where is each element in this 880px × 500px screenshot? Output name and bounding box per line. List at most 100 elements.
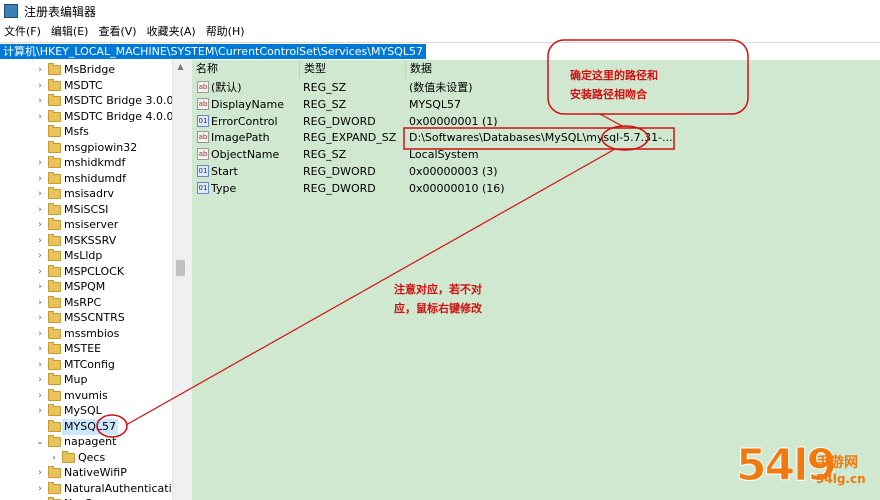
tree-item[interactable]: › MSDTC Bridge 4.0.0.0: [0, 109, 184, 125]
tree-item[interactable]: › msiserver: [0, 217, 172, 233]
tree-item[interactable]: › MySQL: [0, 403, 172, 419]
chevron-down-icon[interactable]: ⌄: [36, 434, 44, 450]
chevron-right-icon[interactable]: ›: [36, 357, 44, 373]
tree-item[interactable]: › MsBridge: [0, 62, 172, 78]
folder-icon: [48, 357, 61, 370]
chevron-right-icon[interactable]: ›: [36, 171, 44, 187]
tree-item[interactable]: › Mup: [0, 372, 172, 388]
chevron-right-icon[interactable]: ›: [36, 186, 44, 202]
menu-favorites[interactable]: 收藏夹(A): [143, 22, 200, 42]
menu-help[interactable]: 帮助(H): [202, 22, 249, 42]
chevron-right-icon[interactable]: ›: [36, 155, 44, 171]
chevron-right-icon[interactable]: ›: [36, 465, 44, 481]
address-bar[interactable]: 计算机\HKEY_LOCAL_MACHINE\SYSTEM\CurrentCon…: [0, 42, 880, 62]
chevron-right-icon[interactable]: ›: [36, 62, 44, 78]
value-row[interactable]: 01 Type REG_DWORD 0x00000010 (16): [192, 180, 880, 197]
tree-item[interactable]: › NcaSvc: [0, 496, 172, 500]
scroll-thumb[interactable]: [176, 260, 185, 276]
value-row[interactable]: 01 Start REG_DWORD 0x00000003 (3): [192, 163, 880, 180]
chevron-right-icon[interactable]: ›: [36, 295, 44, 311]
value-row[interactable]: ab ObjectName REG_SZ LocalSystem: [192, 146, 880, 163]
address-path[interactable]: 计算机\HKEY_LOCAL_MACHINE\SYSTEM\CurrentCon…: [0, 44, 426, 59]
folder-icon: [48, 311, 61, 323]
string-value-icon: ab: [197, 97, 209, 110]
value-row[interactable]: 01 ErrorControl REG_DWORD 0x00000001 (1): [192, 113, 880, 130]
title-bar: 注册表编辑器: [0, 0, 880, 22]
menu-edit[interactable]: 编辑(E): [47, 22, 93, 42]
tree-item-label: MSSCNTRS: [64, 311, 125, 324]
tree-item[interactable]: › NativeWifiP: [0, 465, 172, 481]
tree-item-label: MSTEE: [64, 342, 102, 355]
chevron-right-icon[interactable]: ›: [50, 450, 58, 466]
chevron-right-icon[interactable]: ›: [36, 496, 44, 500]
string-value-icon: ab: [197, 148, 209, 161]
tree-item[interactable]: › MSiSCSI: [0, 202, 172, 218]
scroll-up-icon[interactable]: ▲: [173, 60, 188, 74]
key-tree[interactable]: › MsBridge › MSDTC › MSDTC Bridge 3.0.0.0 › MSD…: [0, 60, 188, 500]
tree-item[interactable]: › MSKSSRV: [0, 233, 172, 249]
folder-icon: [48, 466, 61, 478]
chevron-right-icon[interactable]: ›: [36, 388, 44, 404]
chevron-right-icon[interactable]: ›: [36, 93, 44, 109]
tree-scrollbar[interactable]: ▲: [172, 60, 188, 500]
tree-item[interactable]: › MSSCNTRS: [0, 310, 172, 326]
folder-icon: [48, 419, 61, 432]
value-row[interactable]: ab (默认) REG_SZ (数值未设置): [192, 79, 880, 96]
values-pane[interactable]: 名称 类型 数据 ab (默认) REG_SZ (数值未设置) ab DisplayNam…: [192, 60, 880, 500]
tree-item[interactable]: › msisadrv: [0, 186, 172, 202]
chevron-right-icon[interactable]: ›: [36, 310, 44, 326]
column-name[interactable]: 名称: [192, 60, 300, 78]
chevron-right-icon[interactable]: ›: [36, 372, 44, 388]
value-row[interactable]: ab DisplayName REG_SZ MYSQL57: [192, 96, 880, 113]
folder-icon: [48, 156, 61, 168]
chevron-right-icon[interactable]: ›: [36, 78, 44, 94]
chevron-right-icon[interactable]: ›: [36, 481, 44, 497]
tree-item[interactable]: › MsLldp: [0, 248, 172, 264]
menu-file[interactable]: 文件(F): [0, 22, 45, 42]
tree-item[interactable]: msgpiowin32: [0, 140, 172, 156]
chevron-right-icon[interactable]: ›: [36, 248, 44, 264]
tree-item-label: MSDTC: [64, 78, 103, 92]
value-name: ObjectName: [211, 148, 280, 162]
chevron-right-icon[interactable]: ›: [36, 109, 44, 125]
chevron-right-icon[interactable]: ›: [36, 326, 44, 342]
chevron-right-icon[interactable]: ›: [36, 279, 44, 295]
chevron-right-icon[interactable]: [36, 124, 44, 140]
chevron-right-icon[interactable]: ›: [36, 264, 44, 280]
chevron-right-icon[interactable]: ›: [36, 341, 44, 357]
tree-item[interactable]: › MsRPC: [0, 295, 172, 311]
tree-item[interactable]: › MSDTC: [0, 78, 172, 94]
tree-item[interactable]: › mshidumdf: [0, 171, 172, 187]
folder-icon: [48, 187, 61, 199]
tree-item-label: MSDTC Bridge 3.0.0.0: [64, 94, 185, 107]
tree-item-label: MYSQL57: [62, 418, 118, 435]
chevron-right-icon[interactable]: [36, 419, 44, 435]
tree-item[interactable]: ⌄ napagent: [0, 434, 172, 450]
tree-item[interactable]: › MSPCLOCK: [0, 264, 172, 280]
value-data: LocalSystem: [409, 148, 479, 162]
tree-item[interactable]: › mssmbios: [0, 326, 172, 342]
tree-item[interactable]: › NaturalAuthentication: [0, 481, 185, 497]
tree-item[interactable]: › MSDTC Bridge 3.0.0.0: [0, 93, 184, 109]
string-value-icon: ab: [197, 131, 209, 144]
tree-item[interactable]: › MSPQM: [0, 279, 172, 295]
chevron-right-icon[interactable]: ›: [36, 403, 44, 419]
chevron-right-icon[interactable]: [36, 140, 44, 156]
tree-item[interactable]: Msfs: [0, 124, 172, 140]
chevron-right-icon[interactable]: ›: [36, 202, 44, 218]
folder-icon: [48, 140, 61, 153]
tree-item[interactable]: › MTConfig: [0, 357, 172, 373]
column-type[interactable]: 类型: [300, 60, 406, 78]
tree-item[interactable]: › Qecs: [0, 450, 172, 466]
watermark-logo: 54l9 手游网 54lg.cn: [736, 438, 876, 498]
tree-item[interactable]: › MSTEE: [0, 341, 172, 357]
value-row[interactable]: ab ImagePath REG_EXPAND_SZ D:\Softwares\Dat…: [192, 129, 880, 146]
menu-view[interactable]: 查看(V): [94, 22, 140, 42]
folder-icon: [48, 295, 61, 308]
tree-item[interactable]: › mshidkmdf: [0, 155, 172, 171]
folder-icon: [48, 202, 61, 215]
tree-item[interactable]: MYSQL57: [0, 418, 172, 435]
tree-item[interactable]: › mvumis: [0, 388, 172, 404]
chevron-right-icon[interactable]: ›: [36, 217, 44, 233]
chevron-right-icon[interactable]: ›: [36, 233, 44, 249]
